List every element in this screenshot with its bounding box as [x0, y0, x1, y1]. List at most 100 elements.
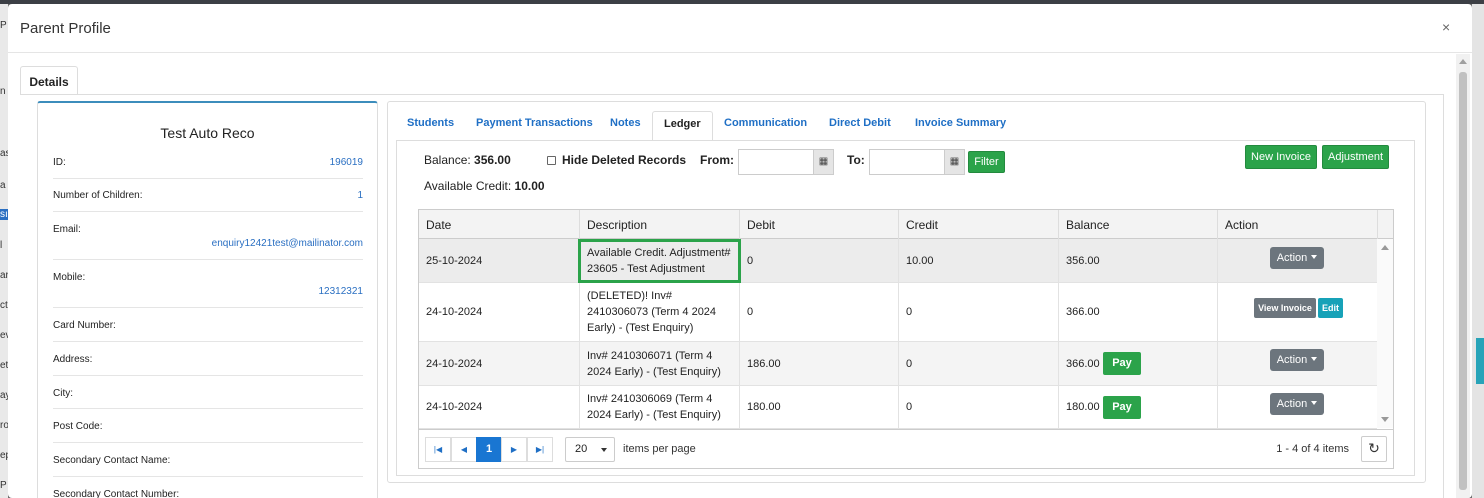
cell-description: Inv# 2410306071 (Term 4 2024 Early) - (T… [580, 342, 740, 385]
background-fragment: sı [0, 209, 8, 220]
modal-header: Parent Profile × [8, 4, 1472, 53]
tab-ledger[interactable]: Ledger [652, 111, 713, 141]
hide-deleted-records-toggle[interactable]: Hide Deleted Records [547, 153, 686, 167]
adjustment-button[interactable]: Adjustment [1322, 145, 1389, 169]
background-fragment: P [0, 480, 7, 491]
scroll-up-icon[interactable] [1381, 245, 1389, 250]
tab-bar: Students Payment Transactions Notes Ledg… [388, 102, 1425, 141]
profile-field-mobile: Mobile: 12312321 [53, 260, 363, 308]
modal-scrollbar[interactable] [1456, 54, 1470, 498]
pay-button[interactable]: Pay [1103, 352, 1141, 375]
scroll-up-icon[interactable] [1459, 59, 1467, 64]
available-credit-summary: Available Credit: 10.00 [424, 179, 545, 193]
cell-description: (DELETED)! Inv# 2410306073 (Term 4 2024 … [580, 283, 740, 341]
from-label: From: [700, 153, 734, 167]
tab-communication[interactable]: Communication [724, 117, 807, 129]
field-label: Address: [53, 354, 93, 365]
profile-field-post-code: Post Code: [53, 409, 363, 443]
edit-button[interactable]: Edit [1318, 298, 1343, 318]
cell-date: 25-10-2024 [419, 239, 580, 282]
profile-field-email: Email: enquiry12421test@mailinator.com [53, 212, 363, 260]
from-date-input[interactable]: ▦ [738, 149, 834, 175]
tab-payment-transactions[interactable]: Payment Transactions [476, 117, 593, 129]
tab-details[interactable]: Details [20, 66, 78, 95]
filter-button[interactable]: Filter [968, 151, 1005, 173]
last-page-icon[interactable]: ▶| [527, 437, 553, 462]
balance-summary: Balance: 356.00 [424, 153, 511, 167]
grid-pager: |◀ ◀ 1 ▶ ▶| 20 items per page 1 - 4 of 4… [419, 429, 1393, 468]
field-value[interactable]: enquiry12421test@mailinator.com [212, 238, 363, 249]
field-label: Card Number: [53, 320, 116, 331]
table-row: 24-10-2024 Inv# 2410306069 (Term 4 2024 … [419, 386, 1377, 429]
field-value[interactable]: 12312321 [319, 286, 364, 297]
field-label: Post Code: [53, 421, 103, 432]
caret-down-icon [1311, 255, 1318, 259]
available-credit-value: 10.00 [514, 179, 545, 193]
cell-debit: 186.00 [740, 342, 899, 385]
caret-down-icon [601, 448, 607, 452]
column-header-debit[interactable]: Debit [740, 210, 899, 239]
column-header-credit[interactable]: Credit [899, 210, 1059, 239]
cell-debit: 0 [740, 239, 899, 282]
scroll-down-icon[interactable] [1381, 417, 1389, 422]
action-dropdown-button[interactable]: Action [1270, 247, 1324, 269]
cell-description: Inv# 2410306069 (Term 4 2024 Early) - (T… [580, 386, 740, 428]
tab-direct-debit[interactable]: Direct Debit [829, 117, 891, 129]
hide-deleted-checkbox[interactable] [547, 156, 556, 165]
field-value[interactable]: 196019 [330, 157, 363, 168]
action-label: Action [1276, 398, 1308, 410]
calendar-icon[interactable]: ▦ [813, 150, 833, 174]
action-dropdown-button[interactable]: Action [1270, 349, 1324, 371]
background-fragment: ay [0, 390, 8, 401]
column-header-description[interactable]: Description [580, 210, 740, 239]
caret-down-icon [1311, 401, 1318, 405]
close-icon[interactable]: × [1442, 19, 1450, 35]
field-label: Secondary Contact Name: [53, 455, 171, 466]
column-header-balance[interactable]: Balance [1059, 210, 1218, 239]
available-credit-label: Available Credit: [424, 179, 512, 193]
column-header-date[interactable]: Date [419, 210, 580, 239]
profile-field-city: City: [53, 376, 363, 409]
page-number-button[interactable]: 1 [476, 437, 502, 462]
grid-scrollbar[interactable] [1377, 239, 1393, 428]
to-date-input[interactable]: ▦ [869, 149, 965, 175]
view-invoice-button[interactable]: View Invoice [1254, 298, 1316, 318]
scrollbar-thumb[interactable] [1459, 72, 1467, 490]
field-value[interactable]: 1 [357, 190, 363, 201]
tab-divider [20, 94, 1444, 95]
profile-field-card-number: Card Number: [53, 308, 363, 342]
prev-page-icon[interactable]: ◀ [451, 437, 477, 462]
field-label: City: [53, 388, 73, 399]
new-invoice-button[interactable]: New Invoice [1245, 145, 1317, 169]
action-dropdown-button[interactable]: Action [1270, 393, 1324, 415]
next-page-icon[interactable]: ▶ [501, 437, 527, 462]
cell-action: Action [1218, 342, 1377, 385]
refresh-icon[interactable]: ↻ [1361, 436, 1387, 462]
balance-value: 356.00 [474, 153, 511, 167]
profile-field-secondary-name: Secondary Contact Name: [53, 443, 363, 477]
tab-students[interactable]: Students [407, 117, 454, 129]
calendar-icon[interactable]: ▦ [944, 150, 964, 174]
field-label: ID: [53, 157, 66, 168]
cell-action: View Invoice Edit [1218, 283, 1377, 341]
pay-button[interactable]: Pay [1103, 396, 1141, 419]
modal-title: Parent Profile [20, 20, 111, 37]
profile-field-address: Address: [53, 342, 363, 376]
pager-info: 1 - 4 of 4 items [1276, 443, 1349, 455]
column-header-action[interactable]: Action [1218, 210, 1378, 239]
cell-action: Action [1218, 386, 1377, 428]
profile-field-secondary-number: Secondary Contact Number: [53, 477, 363, 498]
background-fragment: a [0, 180, 6, 191]
background-fragment: ev [0, 330, 8, 341]
action-label: Action [1276, 252, 1308, 264]
cell-balance: 356.00 [1059, 239, 1218, 282]
background-fragment: ar [0, 270, 8, 281]
page-size-select[interactable]: 20 [565, 437, 615, 462]
tab-invoice-summary[interactable]: Invoice Summary [915, 117, 1006, 129]
balance-label: Balance: [424, 153, 471, 167]
background-fragment: as [0, 148, 8, 159]
first-page-icon[interactable]: |◀ [425, 437, 451, 462]
tab-notes[interactable]: Notes [610, 117, 641, 129]
items-per-page-label: items per page [623, 443, 696, 455]
grid-header: Date Description Debit Credit Balance Ac… [419, 210, 1393, 239]
